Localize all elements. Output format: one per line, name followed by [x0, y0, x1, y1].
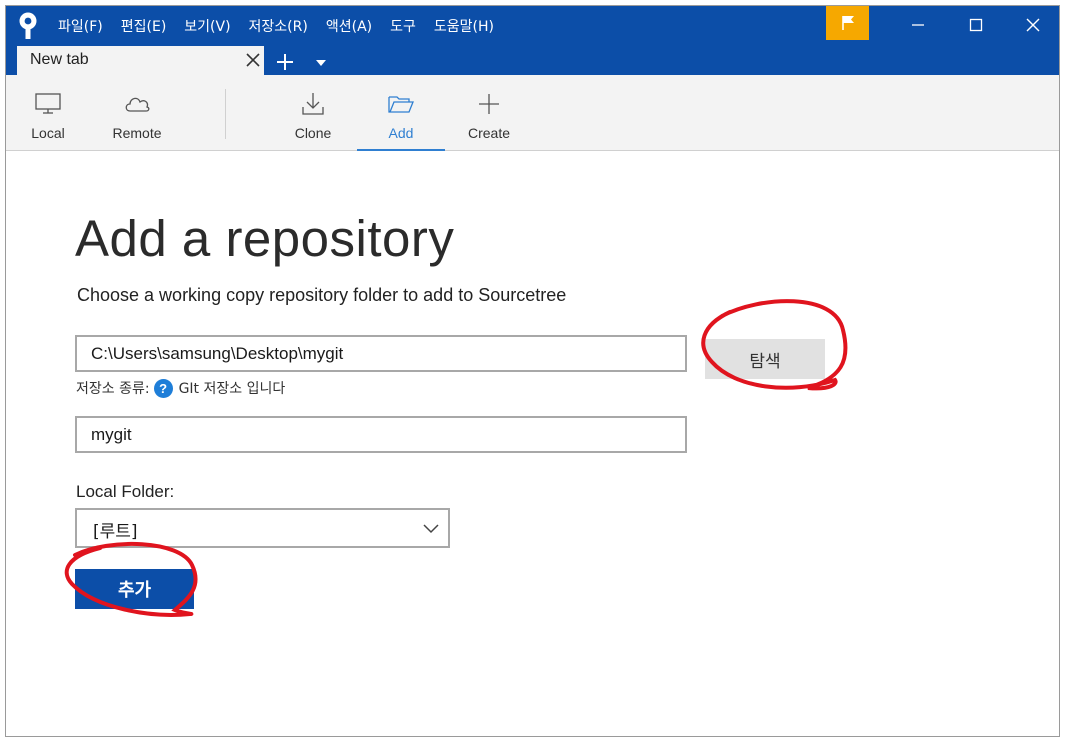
page-subtitle: Choose a working copy repository folder … — [77, 285, 567, 305]
tab-remote[interactable]: Remote — [98, 75, 176, 151]
working-copy-path-input[interactable]: C:\Users\samsung\Desktop\mygit — [75, 335, 687, 372]
close-icon — [246, 53, 260, 67]
chevron-down-icon — [423, 524, 439, 534]
flag-icon — [841, 16, 854, 30]
tab-clone-label: Clone — [294, 125, 332, 141]
chevron-down-icon — [316, 60, 326, 66]
maximize-icon — [969, 18, 983, 32]
tab-new[interactable]: New tab — [17, 46, 264, 75]
repo-type-label: 저장소 종류: — [76, 381, 150, 397]
toolbar: Local Remote Clone Add Create — [6, 75, 1059, 151]
menu-bar: 파일(F) 편집(E) 보기(V) 저장소(R) 액션(A) 도구 도움말(H) — [58, 15, 512, 39]
download-icon — [299, 91, 327, 117]
plus-icon — [277, 54, 293, 70]
sourcetree-logo-icon — [19, 12, 37, 39]
page-title: Add a repository — [75, 210, 455, 267]
menu-file[interactable]: 파일(F) — [58, 15, 112, 39]
repository-name-input[interactable]: mygit — [75, 416, 687, 453]
tab-list-dropdown[interactable] — [312, 54, 330, 72]
minimize-icon — [912, 24, 924, 26]
tab-remote-label: Remote — [112, 125, 162, 141]
app-window: 파일(F) 편집(E) 보기(V) 저장소(R) 액션(A) 도구 도움말(H)… — [5, 5, 1060, 737]
menu-edit[interactable]: 편집(E) — [121, 15, 176, 39]
new-tab-button[interactable] — [274, 51, 296, 73]
toolbar-divider — [225, 89, 226, 139]
menu-view[interactable]: 보기(V) — [184, 15, 239, 39]
tab-close-button[interactable] — [242, 49, 264, 71]
tab-label: New tab — [30, 51, 89, 68]
menu-repository[interactable]: 저장소(R) — [249, 15, 317, 39]
menu-tools[interactable]: 도구 — [390, 15, 425, 39]
monitor-icon — [34, 91, 62, 117]
repo-type-info: 저장소 종류: ? GIt 저장소 입니다 — [76, 378, 285, 398]
close-icon — [1026, 18, 1040, 32]
tab-create-label: Create — [467, 125, 511, 141]
help-icon[interactable]: ? — [153, 378, 173, 398]
folder-open-icon — [387, 91, 415, 117]
maximize-button[interactable] — [948, 6, 1004, 44]
tab-create[interactable]: Create — [445, 75, 533, 151]
menu-help[interactable]: 도움말(H) — [434, 15, 503, 39]
cloud-icon — [123, 91, 151, 117]
tab-add[interactable]: Add — [357, 75, 445, 151]
tab-local-label: Local — [31, 125, 65, 141]
plus-icon — [475, 91, 503, 117]
close-window-button[interactable] — [1005, 6, 1061, 44]
tab-local[interactable]: Local — [12, 75, 84, 151]
repo-type-value: GIt 저장소 입니다 — [178, 381, 286, 397]
title-bar: 파일(F) 편집(E) 보기(V) 저장소(R) 액션(A) 도구 도움말(H)… — [6, 6, 1059, 75]
local-folder-select[interactable]: [루트] — [75, 508, 450, 548]
menu-actions[interactable]: 액션(A) — [326, 15, 381, 39]
tab-add-label: Add — [388, 125, 414, 141]
local-folder-label: Local Folder: — [76, 482, 175, 501]
local-folder-value: [루트] — [93, 522, 138, 542]
add-repository-panel: Add a repository Choose a working copy r… — [6, 151, 1059, 736]
browse-button[interactable]: 탐색 — [705, 339, 825, 379]
minimize-button[interactable] — [890, 6, 946, 44]
add-button[interactable]: 추가 — [75, 569, 194, 609]
notification-flag-button[interactable] — [826, 6, 869, 40]
tab-clone[interactable]: Clone — [269, 75, 357, 151]
